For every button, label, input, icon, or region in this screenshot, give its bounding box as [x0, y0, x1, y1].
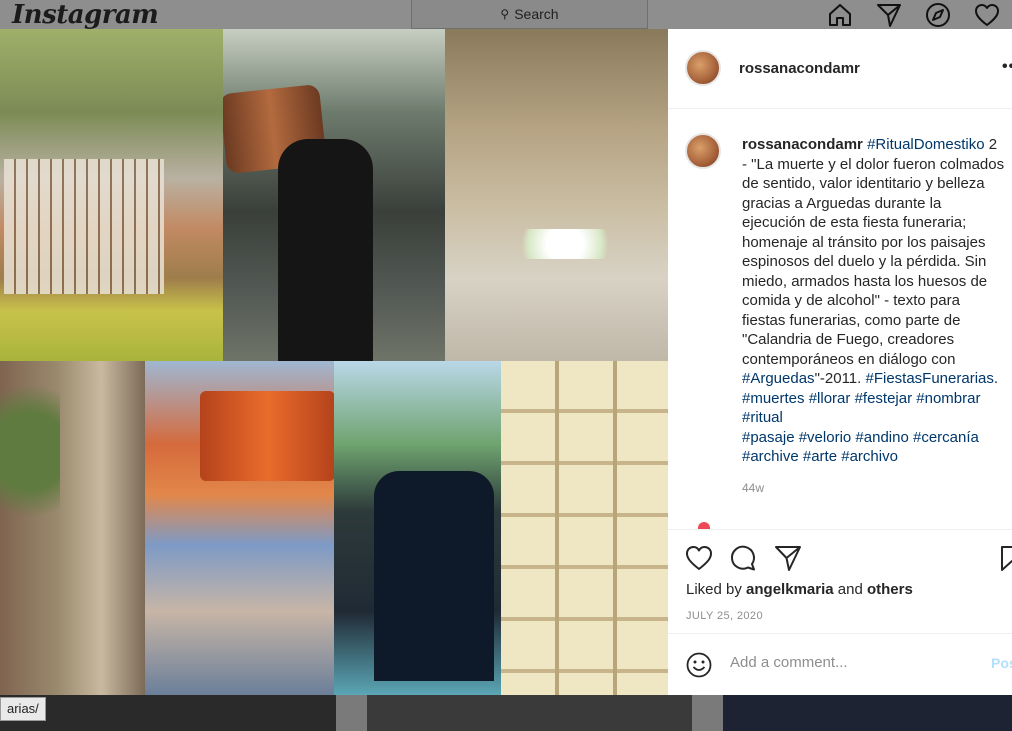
hashtag-link[interactable]: #ritual	[742, 409, 783, 426]
comment-avatar-partial	[698, 522, 710, 529]
caption-text: "-2011.	[814, 370, 866, 387]
post-date[interactable]: JULY 25, 2020	[686, 610, 763, 622]
cemetery-niche-wall-photo	[501, 361, 668, 695]
hashtag-link[interactable]: #pasaje	[742, 429, 795, 446]
instagram-logo[interactable]: Instagram	[12, 0, 159, 30]
explore-icon[interactable]	[925, 2, 951, 28]
top-nav: Instagram ⚲ Search	[0, 0, 1012, 30]
likes-summary: Liked by angelkmaria and others	[686, 581, 913, 598]
comment-bubble-icon[interactable]	[729, 544, 757, 572]
post-header: rossanacondamr ••	[668, 29, 1012, 109]
hashtag-link[interactable]: #velorio	[799, 429, 852, 446]
post-info-panel: rossanacondamr •• rossanacondamr #Ritual…	[668, 29, 1012, 695]
comment-input[interactable]: Add a comment...	[730, 654, 970, 671]
liker-username[interactable]: angelkmaria	[746, 581, 834, 598]
niche-wall-shape	[4, 159, 164, 294]
hashtag-link[interactable]: #nombrar	[916, 390, 980, 407]
hashtag-link[interactable]: #FiestasFunerarias	[865, 370, 993, 387]
hashtag-link[interactable]: #festejar	[855, 390, 913, 407]
home-icon[interactable]	[827, 2, 853, 28]
save-bookmark-icon[interactable]	[998, 544, 1012, 572]
caption-text: 2 - "La muerte y el dolor fueron colmado…	[742, 136, 1005, 368]
dirt-alley-with-tree-photo	[0, 361, 145, 695]
hashtag-link[interactable]: #arte	[803, 448, 837, 465]
share-direct-icon[interactable]	[774, 544, 802, 572]
search-icon: ⚲	[500, 7, 510, 21]
likes-prefix: Liked by	[686, 581, 747, 598]
hashtag-link[interactable]: #muertes	[742, 390, 805, 407]
search-placeholder: Search	[514, 6, 559, 22]
tree-shape	[0, 361, 60, 541]
feed-thumbnail[interactable]	[0, 694, 336, 731]
hashtag-link[interactable]: #andino	[855, 429, 908, 446]
post-comment-button[interactable]: Post	[991, 655, 1012, 671]
feed-thumbnail[interactable]	[367, 694, 692, 731]
direct-icon[interactable]	[876, 2, 902, 28]
coffin-shape	[200, 391, 334, 481]
search-input[interactable]: ⚲ Search	[411, 0, 648, 29]
activity-heart-icon[interactable]	[974, 2, 1000, 28]
man-carrying-coffin-colored-photo	[145, 361, 334, 695]
empty-tomb-with-flowers-photo	[445, 29, 668, 361]
hashtag-link[interactable]: #cercanía	[913, 429, 979, 446]
flowers-shape	[505, 229, 625, 259]
people-silhouette	[374, 471, 494, 681]
post-caption: rossanacondamr #RitualDomestiko 2 - "La …	[742, 135, 1006, 467]
emoji-icon[interactable]	[685, 651, 713, 679]
person-silhouette	[278, 139, 373, 361]
post-age[interactable]: 44w	[742, 481, 764, 495]
hashtag-link[interactable]: #RitualDomestiko	[867, 136, 985, 153]
comment-form: Add a comment... Post	[668, 633, 1012, 695]
author-avatar[interactable]	[685, 50, 721, 86]
village-cemetery-niches-photo	[0, 29, 223, 361]
post-actions: Liked by angelkmaria and others JULY 25,…	[668, 529, 1012, 633]
hashtag-link[interactable]: #Arguedas	[742, 370, 815, 387]
niche-grid-shape	[501, 361, 668, 695]
hashtag-link[interactable]: #archivo	[841, 448, 898, 465]
link-tooltip: arias/	[0, 697, 46, 721]
hashtag-link[interactable]: #llorar	[809, 390, 851, 407]
caption-username[interactable]: rossanacondamr	[742, 136, 863, 153]
author-username[interactable]: rossanacondamr	[739, 60, 860, 77]
men-carrying-coffin-photo	[223, 29, 445, 361]
likes-middle: and	[833, 581, 867, 598]
likes-others-link[interactable]: others	[867, 581, 913, 598]
feed-thumbnail[interactable]	[723, 694, 1012, 731]
caption-avatar[interactable]	[685, 133, 721, 169]
procession-in-suits-photo	[334, 361, 501, 695]
post-image[interactable]	[0, 29, 668, 695]
more-options-icon[interactable]: ••	[1002, 58, 1012, 76]
hashtag-link[interactable]: #archive	[742, 448, 799, 465]
caption-text: .	[993, 370, 999, 387]
like-heart-icon[interactable]	[685, 544, 713, 572]
